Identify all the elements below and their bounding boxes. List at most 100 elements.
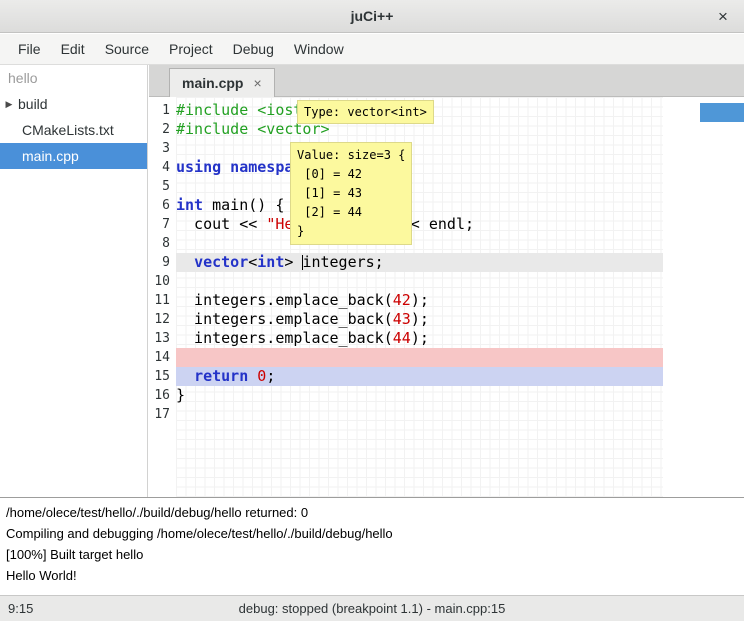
code-line-12: 12 integers.emplace_back(43); [149,310,744,329]
code-token: cout << [176,215,266,233]
output-line: Hello World! [6,565,738,586]
menu-item-source[interactable]: Source [95,34,159,64]
tab-bar: main.cpp × [149,65,744,97]
code-text[interactable] [176,405,663,424]
code-token: integers; [302,253,383,271]
code-text[interactable]: vector<int> integers; [176,253,663,272]
project-name: hello [0,65,147,91]
line-number[interactable]: 10 [149,272,176,291]
debug-tooltip-type: Type: vector<int> [297,100,434,124]
expander-icon[interactable]: ▶ [0,99,18,110]
code-text[interactable] [176,348,663,367]
line-number[interactable]: 16 [149,386,176,405]
code-text[interactable]: } [176,386,663,405]
tab-close-icon[interactable]: × [253,75,261,91]
code-token: > [284,253,302,271]
line-number[interactable]: 7 [149,215,176,234]
tree-item-label: CMakeLists.txt [22,122,114,138]
code-line-7: 7 cout << "Hello World!" << endl; [149,215,744,234]
code-token: integers.emplace_back( [176,291,393,309]
code-line-13: 13 integers.emplace_back(44); [149,329,744,348]
menu-item-window[interactable]: Window [284,34,354,64]
code-token: 44 [393,329,411,347]
code-text[interactable]: integers.emplace_back(44); [176,329,663,348]
menu-item-debug[interactable]: Debug [223,34,284,64]
window-title: juCi++ [351,8,394,24]
status-bar: 9:15 debug: stopped (breakpoint 1.1) - m… [0,595,744,621]
menu-item-file[interactable]: File [8,34,51,64]
tooltip-value-line: [2] = 44 [297,203,405,222]
code-token: integers.emplace_back( [176,310,393,328]
code-line-5: 5 [149,177,744,196]
code-token: integers.emplace_back( [176,329,393,347]
code-text[interactable] [176,139,663,158]
code-text[interactable]: using namespace std; [176,158,663,177]
code-line-14: 14 [149,348,744,367]
file-tree-sidebar: hello ▶build CMakeLists.txt main.cpp [0,65,148,497]
code-token: int [257,253,284,271]
tab-main-cpp[interactable]: main.cpp × [169,68,275,97]
code-line-17: 17 [149,405,744,424]
code-token: ); [411,329,429,347]
code-text[interactable]: return 0; [176,367,663,386]
line-number[interactable]: 13 [149,329,176,348]
cursor-position: 9:15 [8,601,33,616]
code-text[interactable]: integers.emplace_back(43); [176,310,663,329]
tree-item-label: main.cpp [22,148,79,164]
code-text[interactable] [176,234,663,253]
line-number[interactable]: 2 [149,120,176,139]
code-token: ); [411,310,429,328]
code-line-9: 9 vector<int> integers; [149,253,744,272]
line-number[interactable]: 5 [149,177,176,196]
line-number[interactable]: 1 [149,101,176,120]
code-line-16: 16} [149,386,744,405]
code-line-8: 8 [149,234,744,253]
output-line: /home/olece/test/hello/./build/debug/hel… [6,502,738,523]
code-line-3: 3 [149,139,744,158]
code-token: < [248,253,257,271]
code-line-2: 2#include <vector> [149,120,744,139]
code-line-15: 15 return 0; [149,367,744,386]
code-token: ); [411,291,429,309]
code-token: 43 [393,310,411,328]
code-token [176,253,194,271]
code-token: main() { [203,196,284,214]
code-text[interactable]: int main() { [176,196,663,215]
code-line-1: 1#include <iostream> [149,101,744,120]
tab-label: main.cpp [182,75,243,91]
line-number[interactable]: 12 [149,310,176,329]
line-number[interactable]: 6 [149,196,176,215]
line-number[interactable]: 9 [149,253,176,272]
line-number[interactable]: 8 [149,234,176,253]
scrollbar-thumb[interactable] [700,103,744,122]
code-text[interactable]: cout << "Hello World!" << endl; [176,215,663,234]
code-line-6: 6int main() { [149,196,744,215]
sidebar-item-cmakelists-txt[interactable]: CMakeLists.txt [0,117,147,143]
code-token: 0 [257,367,266,385]
code-editor[interactable]: 1#include <iostream>2#include <vector>34… [149,97,744,497]
menu-bar: FileEditSourceProjectDebugWindow [0,34,744,65]
tooltip-value-line: } [297,222,405,241]
code-text[interactable] [176,272,663,291]
line-number[interactable]: 3 [149,139,176,158]
code-text[interactable] [176,177,663,196]
line-number[interactable]: 17 [149,405,176,424]
line-number[interactable]: 15 [149,367,176,386]
code-line-4: 4using namespace std; [149,158,744,177]
sidebar-item-main-cpp[interactable]: main.cpp [0,143,147,169]
title-bar: juCi++ × [0,0,744,33]
menu-item-edit[interactable]: Edit [51,34,95,64]
line-number[interactable]: 4 [149,158,176,177]
close-icon[interactable]: × [712,0,734,33]
code-text[interactable]: integers.emplace_back(42); [176,291,663,310]
tooltip-value-line: Value: size=3 { [297,146,405,165]
code-line-11: 11 integers.emplace_back(42); [149,291,744,310]
sidebar-item-build[interactable]: ▶build [0,91,147,117]
line-number[interactable]: 11 [149,291,176,310]
output-panel: /home/olece/test/hello/./build/debug/hel… [0,497,744,595]
code-token: int [176,196,203,214]
line-number[interactable]: 14 [149,348,176,367]
output-line: [100%] Built target hello [6,544,738,565]
tooltip-value-line: [1] = 43 [297,184,405,203]
menu-item-project[interactable]: Project [159,34,223,64]
